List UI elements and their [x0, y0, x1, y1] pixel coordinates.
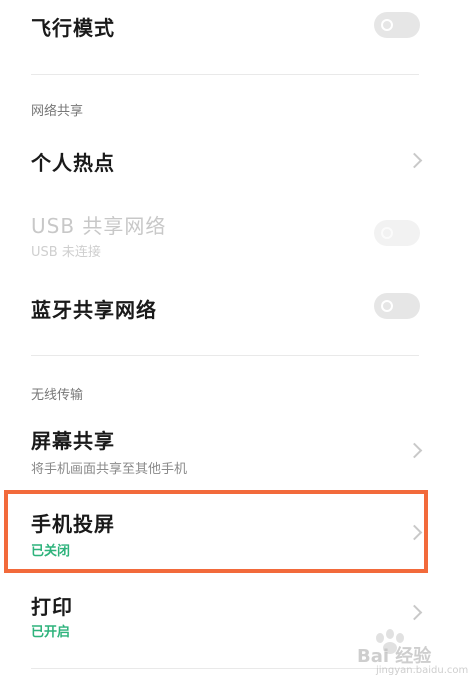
chevron-right-icon — [406, 524, 423, 541]
toggle-knob-icon — [381, 227, 393, 239]
screen-share-description: 将手机画面共享至其他手机 — [31, 462, 188, 477]
toggle-knob-icon — [381, 19, 393, 31]
chevron-right-icon — [406, 152, 423, 169]
chevron-right-icon — [406, 442, 423, 459]
screen-share-label: 屏幕共享 — [31, 429, 115, 453]
bt-share-toggle[interactable] — [374, 293, 420, 319]
usb-share-toggle — [374, 220, 420, 246]
divider — [31, 74, 419, 75]
screen-cast-label: 手机投屏 — [31, 512, 115, 536]
screen-cast-row[interactable]: 手机投屏 已关闭 — [0, 500, 472, 565]
screen-cast-status: 已关闭 — [31, 544, 71, 559]
hotspot-label: 个人热点 — [31, 151, 115, 175]
usb-share-label: USB 共享网络 — [31, 214, 167, 238]
toggle-knob-icon — [381, 300, 393, 312]
usb-share-status: USB 未连接 — [31, 245, 101, 260]
chevron-right-icon — [406, 604, 423, 621]
watermark-url: jingyan.baidu.com — [376, 665, 469, 676]
airplane-mode-label: 飞行模式 — [31, 16, 115, 40]
print-label: 打印 — [31, 595, 73, 619]
hotspot-row[interactable]: 个人热点 — [0, 135, 472, 185]
wireless-section-header: 无线传输 — [31, 388, 84, 403]
divider — [31, 355, 419, 356]
network-share-section-header: 网络共享 — [31, 104, 84, 119]
bt-share-label: 蓝牙共享网络 — [31, 298, 157, 322]
screen-share-row[interactable]: 屏幕共享 将手机画面共享至其他手机 — [0, 415, 472, 480]
print-status: 已开启 — [31, 625, 71, 640]
airplane-mode-toggle[interactable] — [374, 12, 420, 38]
